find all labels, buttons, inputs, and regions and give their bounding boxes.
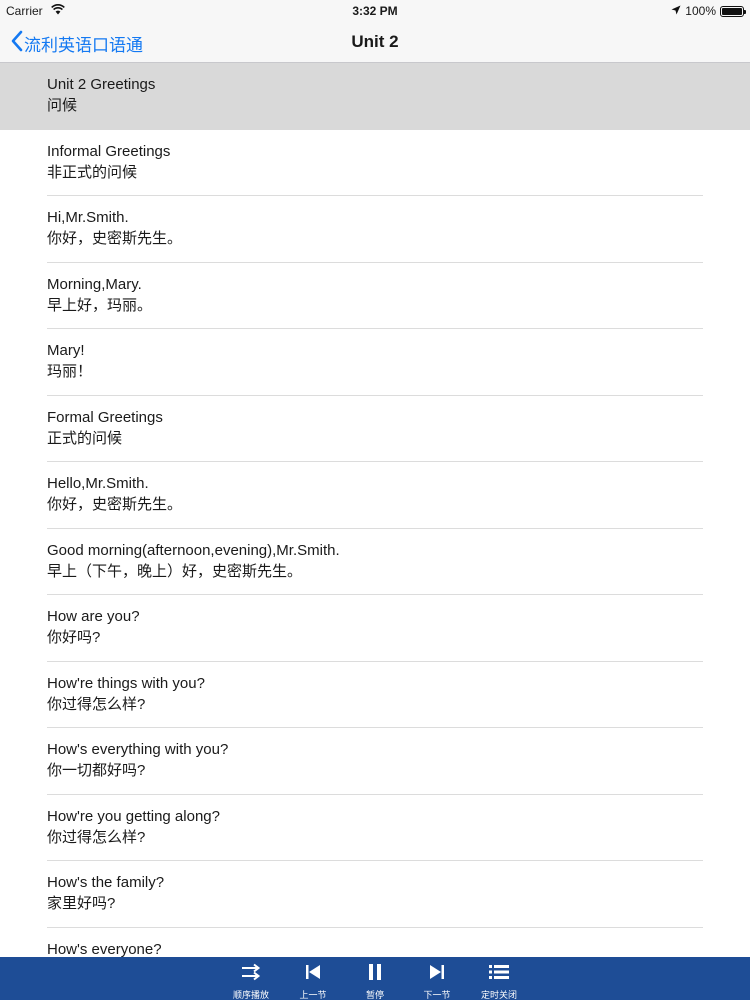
navigation-bar: 流利英语口语通 Unit 2 <box>0 22 750 63</box>
pause-icon <box>366 957 384 986</box>
chinese-text: 问候 <box>47 97 78 114</box>
chinese-text: 正式的问候 <box>47 429 123 447</box>
battery-icon <box>720 5 746 17</box>
chinese-text: 玛丽！ <box>47 363 93 380</box>
sleep-timer-button[interactable]: 定时关闭 <box>468 957 530 1000</box>
location-arrow-icon <box>671 4 681 18</box>
previous-icon <box>304 957 322 986</box>
english-text: Morning,Mary. <box>47 275 142 293</box>
chinese-text: 你过得怎么样? <box>47 695 146 713</box>
english-text: Good morning(afternoon,evening),Mr.Smith… <box>47 541 340 559</box>
english-text: How's everyone? <box>47 940 162 958</box>
page-title: Unit 2 <box>351 32 399 51</box>
english-text: How's everything with you? <box>47 741 229 758</box>
chinese-text: 你好，史密斯先生。 <box>47 496 183 513</box>
chinese-text: 你一切都好吗? <box>47 762 146 779</box>
toolbar-label: 上一节 <box>299 990 327 1000</box>
list-item[interactable]: Informal Greetings 非正式的问候 <box>0 130 750 197</box>
next-icon <box>428 957 446 986</box>
english-text: Unit 2 Greetings <box>47 76 156 93</box>
list-item[interactable]: Morning,Mary. 早上好，玛丽。 <box>0 263 750 330</box>
english-text: Informal Greetings <box>47 142 171 160</box>
timer-list-icon <box>488 957 510 986</box>
chinese-text: 你好吗? <box>47 629 101 646</box>
toolbar-label: 定时关闭 <box>480 990 517 1000</box>
toolbar-label: 顺序播放 <box>232 990 269 1000</box>
player-toolbar: 顺序播放 上一节 暂停 下一节 定时关闭 <box>0 957 750 1000</box>
next-section-button[interactable]: 下一节 <box>406 957 468 1000</box>
list-item[interactable]: How're things with you? 你过得怎么样? <box>0 662 750 729</box>
list-item[interactable]: Mary! 玛丽！ <box>0 329 750 396</box>
chinese-text: 你过得怎么样? <box>47 828 146 846</box>
list-item[interactable]: Unit 2 Greetings 问候 <box>0 63 750 130</box>
chinese-text: 非正式的问候 <box>47 163 138 181</box>
english-text: Hi,Mr.Smith. <box>47 209 129 226</box>
chinese-text: 早上好，玛丽。 <box>47 296 153 314</box>
previous-section-button[interactable]: 上一节 <box>282 957 344 1000</box>
lesson-list[interactable]: Unit 2 Greetings 问候 Informal Greetings 非正式的… <box>0 63 750 957</box>
sequential-play-icon <box>240 957 262 986</box>
status-bar: Carrier 3:32 PM 100% <box>0 0 750 22</box>
english-text: How're you getting along? <box>47 807 220 825</box>
battery-percent: 100% <box>685 4 716 18</box>
english-text: Hello,Mr.Smith. <box>47 475 149 492</box>
toolbar-label: 下一节 <box>423 990 451 1000</box>
list-item[interactable]: Hi,Mr.Smith. 你好，史密斯先生。 <box>0 196 750 263</box>
chinese-text: 你好，史密斯先生。 <box>47 230 183 247</box>
list-item[interactable]: How are you? 你好吗? <box>0 595 750 662</box>
english-text: Formal Greetings <box>47 408 163 426</box>
chinese-text: 家里好吗? <box>47 895 116 912</box>
english-text: How's the family? <box>47 874 165 891</box>
english-text: Mary! <box>47 342 85 359</box>
list-item[interactable]: Good morning(afternoon,evening),Mr.Smith… <box>0 529 750 596</box>
list-item[interactable]: How's everything with you? 你一切都好吗? <box>0 728 750 795</box>
status-right: 100% <box>671 4 746 18</box>
toolbar-label: 暂停 <box>365 990 384 1000</box>
sequential-play-button[interactable]: 顺序播放 <box>220 957 282 1000</box>
list-item[interactable]: How's the family? 家里好吗? <box>0 861 750 928</box>
english-text: How're things with you? <box>47 674 205 692</box>
english-text: How are you? <box>47 608 140 625</box>
list-item[interactable]: How're you getting along? 你过得怎么样? <box>0 795 750 862</box>
list-item[interactable]: Hello,Mr.Smith. 你好，史密斯先生。 <box>0 462 750 529</box>
clock: 3:32 PM <box>352 4 398 18</box>
chinese-text: 早上（下午，晚上）好，史密斯先生。 <box>47 562 303 580</box>
pause-button[interactable]: 暂停 <box>344 957 406 1000</box>
list-item[interactable]: Formal Greetings 正式的问候 <box>0 396 750 463</box>
list-item[interactable]: How's everyone? <box>0 928 750 958</box>
